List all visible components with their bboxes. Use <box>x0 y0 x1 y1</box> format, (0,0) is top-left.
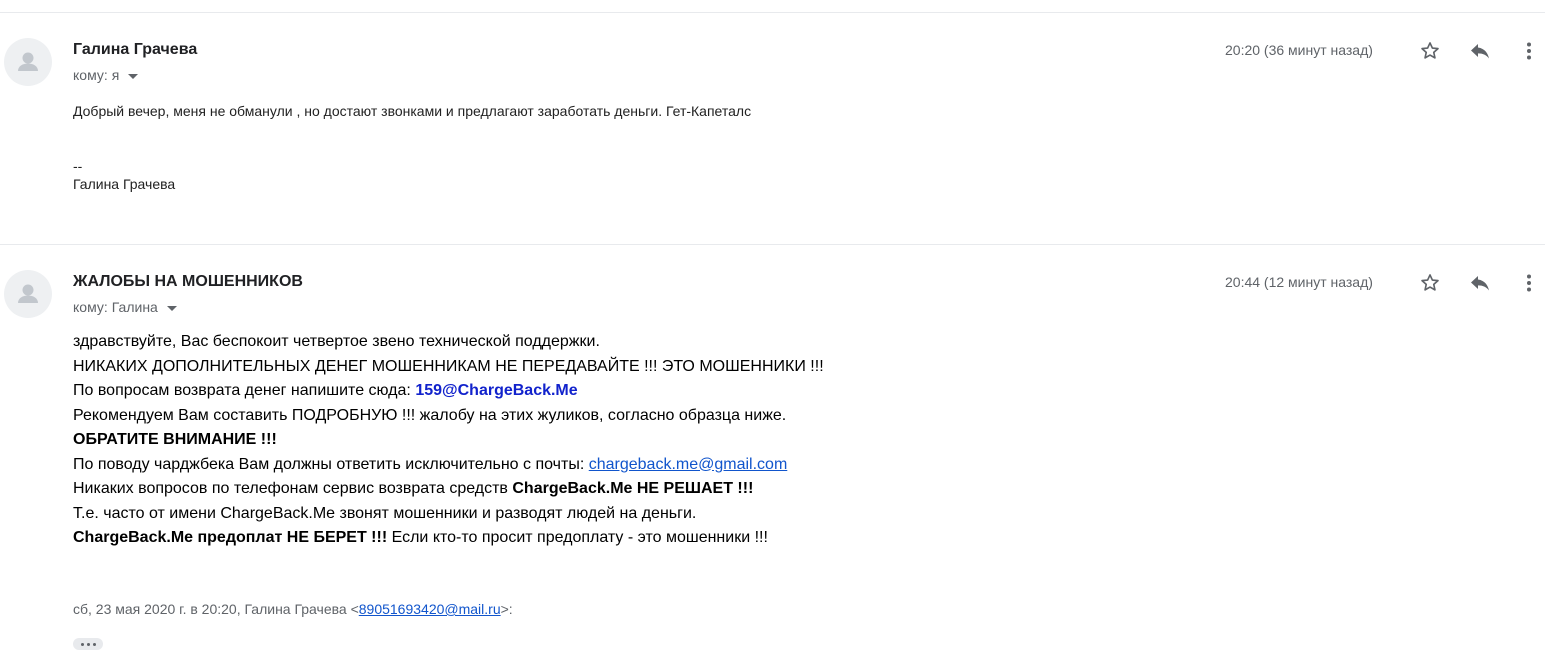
reply-icon <box>1471 44 1489 59</box>
message-body: здравствуйте, Вас беспокоит четвертое зв… <box>73 330 824 551</box>
support-email: 159@ChargeBack.Me <box>415 382 578 399</box>
body-line: ChargeBack.Me предоплат НЕ БЕРЕТ !!! Есл… <box>73 526 824 551</box>
more-vert-icon <box>1527 274 1531 292</box>
sender-name[interactable]: Галина Грачева <box>73 41 197 59</box>
chevron-down-icon[interactable] <box>166 305 177 311</box>
body-line: Т.е. часто от имени ChargeBack.Me звонят… <box>73 504 697 522</box>
reply-button[interactable] <box>1466 37 1494 65</box>
body-text: По вопросам возврата денег напишите сюда… <box>73 382 416 399</box>
avatar[interactable] <box>4 270 52 318</box>
star-icon <box>1421 274 1439 291</box>
message-time: 20:44 (12 минут назад) <box>1225 274 1373 290</box>
ellipsis-icon <box>80 642 84 646</box>
signature-separator: -- <box>73 158 83 174</box>
email-message-2: ЖАЛОБЫ НА МОШЕННИКОВ кому: Галина 20:44 … <box>0 245 1561 663</box>
quote-header-text: >: <box>500 601 513 617</box>
avatar[interactable] <box>4 38 52 86</box>
reply-button[interactable] <box>1466 269 1494 297</box>
quoted-message-header: сб, 23 мая 2020 г. в 20:20, Галина Граче… <box>73 601 513 617</box>
reply-icon <box>1471 276 1489 291</box>
body-line: Рекомендуем Вам составить ПОДРОБНУЮ !!! … <box>73 406 787 424</box>
signature-name: Галина Грачева <box>73 176 176 192</box>
star-icon <box>1421 42 1439 59</box>
body-bold-text: ChargeBack.Me НЕ РЕШАЕТ !!! <box>512 480 754 497</box>
recipient-line: кому: Галина <box>73 299 177 315</box>
person-icon <box>18 284 38 303</box>
body-line: НИКАКИХ ДОПОЛНИТЕЛЬНЫХ ДЕНЕГ МОШЕННИКАМ … <box>73 357 824 375</box>
sender-name[interactable]: ЖАЛОБЫ НА МОШЕННИКОВ <box>73 273 303 291</box>
recipient-name: Галина <box>111 299 158 315</box>
more-vert-icon <box>1527 42 1531 60</box>
body-line: По поводу чарджбека Вам должны ответить … <box>73 453 824 478</box>
quote-header-text: сб, 23 мая 2020 г. в 20:20, Галина Граче… <box>73 601 359 617</box>
body-bold-text: ChargeBack.Me предоплат НЕ БЕРЕТ !!! <box>73 529 388 546</box>
body-text: Никаких вопросов по телефонам сервис воз… <box>73 480 513 497</box>
attention-heading: ОБРАТИТЕ ВНИМАНИЕ !!! <box>73 431 277 448</box>
body-line: По вопросам возврата денег напишите сюда… <box>73 379 824 404</box>
body-text: Если кто-то просит предоплату - это моше… <box>387 529 768 546</box>
recipient-line: кому: я <box>73 67 139 83</box>
message-time: 20:20 (36 минут назад) <box>1225 42 1373 58</box>
star-button[interactable] <box>1416 37 1444 65</box>
person-icon <box>18 52 38 71</box>
more-options-button[interactable] <box>1515 269 1543 297</box>
body-line: здравствуйте, Вас беспокоит четвертое зв… <box>73 333 600 350</box>
body-line: Добрый вечер, меня не обманули , но дост… <box>73 103 752 119</box>
body-text: По поводу чарджбека Вам должны ответить … <box>73 455 589 473</box>
more-options-button[interactable] <box>1515 37 1543 65</box>
quote-sender-email-link[interactable]: 89051693420@mail.ru <box>359 601 501 617</box>
to-label: кому: <box>73 299 108 315</box>
show-trimmed-content-button[interactable] <box>73 638 103 650</box>
chevron-down-icon[interactable] <box>128 73 139 79</box>
recipient-name: я <box>111 67 120 83</box>
message-body: Добрый вечер, меня не обманули , но дост… <box>73 102 751 193</box>
email-message-1: Галина Грачева кому: я 20:20 (36 минут н… <box>0 13 1561 244</box>
body-line: Никаких вопросов по телефонам сервис воз… <box>73 477 824 502</box>
to-label: кому: <box>73 67 108 83</box>
star-button[interactable] <box>1416 269 1444 297</box>
chargeback-email-link[interactable]: chargeback.me@gmail.com <box>589 456 788 473</box>
